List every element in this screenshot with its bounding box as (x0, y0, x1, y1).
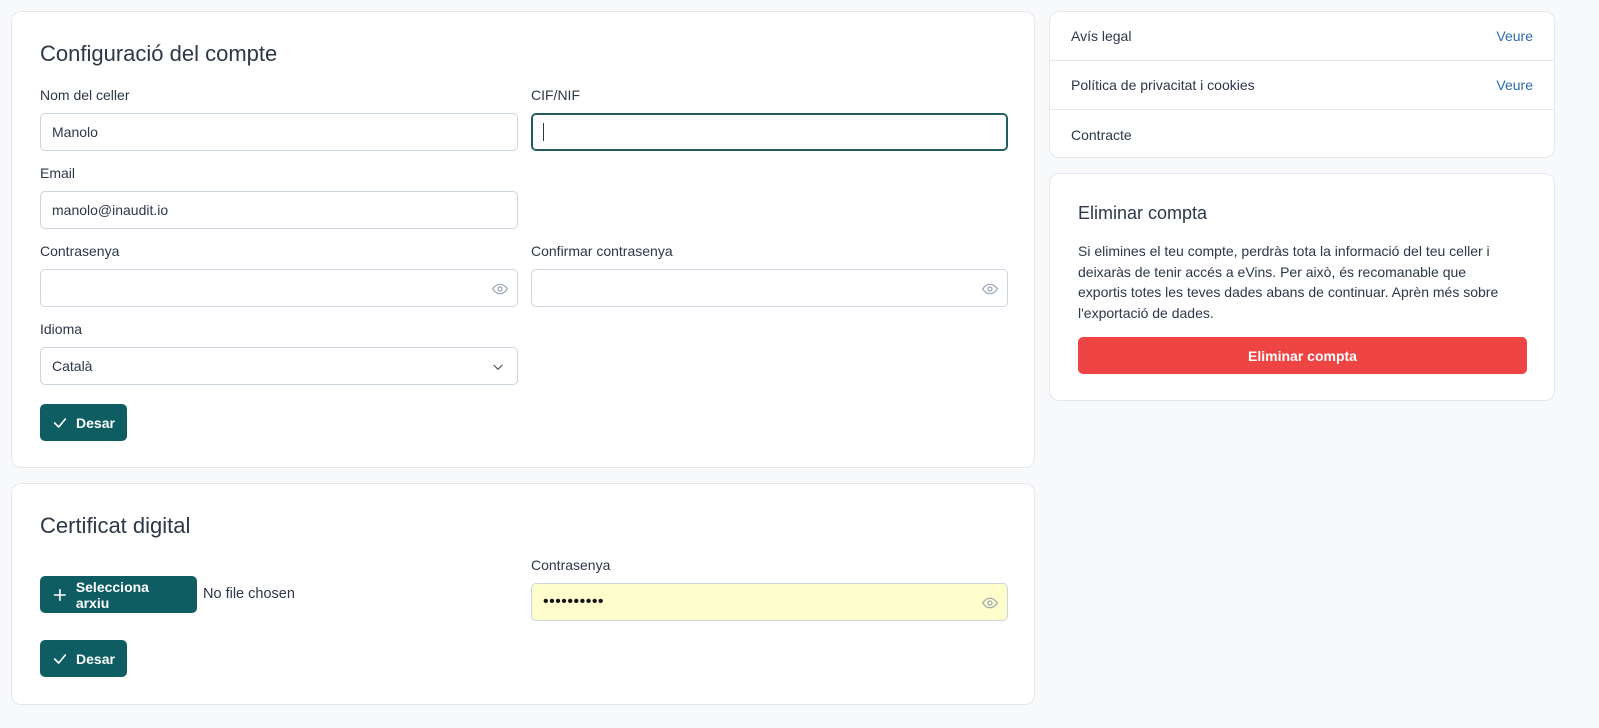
privacy-policy-view-link[interactable]: Veure (1496, 77, 1533, 93)
chevron-down-icon (493, 364, 503, 370)
language-select[interactable]: Català (40, 347, 518, 385)
no-file-chosen-text: No file chosen (203, 586, 295, 602)
confirm-password-label: Confirmar contrasenya (531, 243, 673, 259)
save-account-label: Desar (76, 414, 115, 431)
privacy-policy-row: Política de privacitat i cookies Veure (1050, 61, 1554, 110)
delete-account-description: Si elimines el teu compte, perdràs tota … (1078, 243, 1499, 321)
email-value: manolo@inaudit.io (52, 202, 169, 218)
language-value: Català (52, 358, 93, 374)
check-icon (53, 653, 67, 664)
text-cursor (543, 123, 544, 141)
winery-name-label: Nom del celler (40, 87, 130, 103)
account-settings-card: Configuració del compte Nom del celler M… (11, 11, 1035, 468)
eye-icon[interactable] (492, 281, 508, 297)
winery-name-input[interactable]: Manolo (40, 113, 518, 151)
save-certificate-label: Desar (76, 650, 115, 667)
certificate-password-mask: •••••••••• (543, 593, 605, 610)
delete-account-button[interactable]: Eliminar compta (1078, 337, 1527, 374)
save-certificate-button[interactable]: Desar (40, 640, 127, 677)
contract-row[interactable]: Contracte (1050, 110, 1554, 159)
save-account-button[interactable]: Desar (40, 404, 127, 441)
select-file-button[interactable]: Selecciona arxiu (40, 576, 197, 613)
certificate-title: Certificat digital (40, 513, 191, 538)
select-file-label: Selecciona arxiu (75, 578, 149, 611)
winery-name-value: Manolo (52, 124, 98, 140)
email-label: Email (40, 165, 76, 181)
plus-icon (53, 588, 66, 601)
delete-account-title: Eliminar compta (1078, 203, 1208, 223)
password-input[interactable] (40, 269, 518, 307)
cif-input[interactable] (531, 113, 1008, 151)
legal-links-card: Avís legal Veure Política de privacitat … (1049, 11, 1555, 158)
delete-account-card: Eliminar compta Si elimines el teu compt… (1049, 173, 1555, 401)
legal-notice-view-link[interactable]: Veure (1496, 28, 1533, 44)
account-settings-title: Configuració del compte (40, 41, 278, 66)
certificate-password-label: Contrasenya (531, 557, 611, 573)
cif-label: CIF/NIF (531, 87, 580, 103)
contract-label: Contracte (1071, 126, 1132, 143)
eye-icon[interactable] (982, 281, 998, 297)
certificate-password-input[interactable]: •••••••••• (531, 583, 1008, 621)
legal-notice-row: Avís legal Veure (1050, 12, 1554, 61)
email-input[interactable]: manolo@inaudit.io (40, 191, 518, 229)
password-label: Contrasenya (40, 243, 120, 259)
eye-icon[interactable] (982, 595, 998, 611)
confirm-password-input[interactable] (531, 269, 1008, 307)
digital-certificate-card: Certificat digital Selecciona arxiu No f… (11, 483, 1035, 705)
legal-notice-label: Avís legal (1071, 28, 1132, 44)
privacy-policy-label: Política de privacitat i cookies (1071, 77, 1255, 93)
language-label: Idioma (40, 321, 83, 337)
check-icon (53, 417, 67, 428)
